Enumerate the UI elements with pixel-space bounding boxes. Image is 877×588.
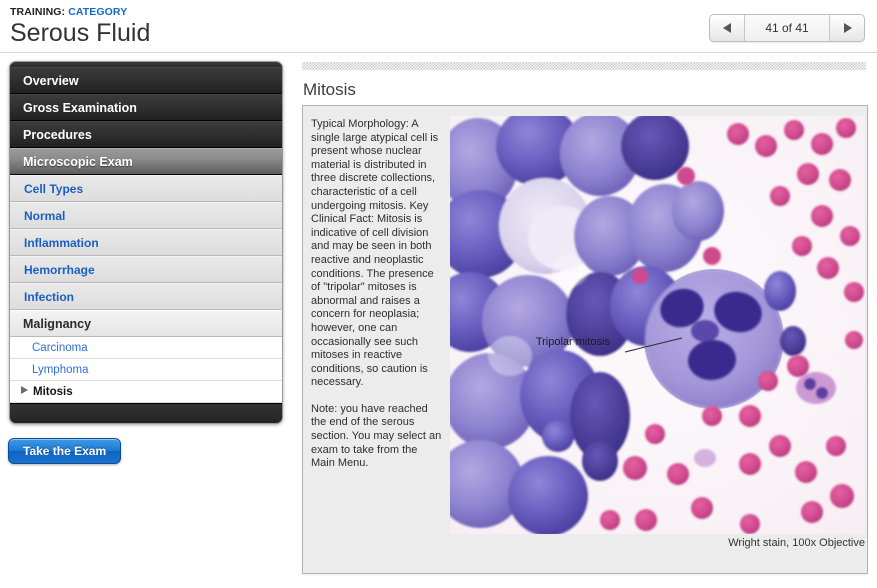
sidebar-item-inflammation[interactable]: Inflammation — [10, 229, 282, 256]
sidebar-item-label: Procedures — [23, 127, 92, 142]
sidebar-group-label: Malignancy — [23, 316, 92, 331]
image-caption: Wright stain, 100x Objective — [728, 537, 865, 549]
page-header: TRAINING: CATEGORY Serous Fluid — [10, 6, 150, 47]
sidebar-item-gross-examination[interactable]: Gross Examination — [10, 94, 282, 121]
sidebar-subitem-label: Hemorrhage — [24, 262, 95, 277]
lesson-paragraph: Typical Morphology: A single large atypi… — [311, 118, 439, 389]
triangle-right-icon — [843, 23, 852, 33]
sidebar-subitem-label: Infection — [24, 289, 74, 304]
microscopy-image: Tripolar mitosis — [450, 116, 865, 534]
next-page-button[interactable] — [829, 15, 864, 41]
sidebar-item-infection[interactable]: Infection — [10, 283, 282, 310]
sidebar-item-overview[interactable]: Overview — [10, 67, 282, 94]
section-title: Mitosis — [303, 80, 356, 99]
sidebar-group-malignancy[interactable]: Malignancy — [10, 310, 282, 337]
page-title: Serous Fluid — [10, 19, 151, 47]
breadcrumb-training-label: TRAINING: — [10, 6, 66, 18]
lesson-text: Typical Morphology: A single large atypi… — [311, 118, 443, 471]
hatched-divider — [302, 62, 866, 70]
sidebar-leaf-label: Lymphoma — [32, 363, 89, 376]
sidebar-item-carcinoma[interactable]: Carcinoma — [10, 337, 282, 359]
training-page: TRAINING: CATEGORY Serous Fluid 41 of 41… — [0, 0, 877, 588]
sidebar-leaf-label: Mitosis — [33, 385, 73, 398]
sidebar-item-label: Gross Examination — [23, 100, 137, 115]
sidebar-item-cell-types[interactable]: Cell Types — [10, 175, 282, 202]
sidebar-leaf-label: Carcinoma — [32, 341, 88, 354]
current-page-marker-icon — [20, 385, 29, 398]
sidebar-subitem-label: Inflammation — [24, 235, 99, 250]
image-annotation-text: Tripolar mitosis — [536, 336, 611, 348]
take-the-exam-button[interactable]: Take the Exam — [8, 438, 122, 464]
triangle-left-icon — [722, 23, 732, 33]
lesson-note: Note: you have reached the end of the se… — [311, 402, 442, 470]
sidebar-item-microscopic-exam[interactable]: Microscopic Exam — [10, 148, 282, 175]
breadcrumb: TRAINING: CATEGORY — [10, 6, 150, 18]
page-indicator: 41 of 41 — [745, 15, 829, 41]
microscopy-image-graphic: Tripolar mitosis — [450, 116, 865, 534]
sidebar-item-lymphoma[interactable]: Lymphoma — [10, 359, 282, 381]
sidebar-item-label: Microscopic Exam — [23, 154, 133, 169]
sidebar-subitem-label: Normal — [24, 208, 66, 223]
prev-page-button[interactable] — [710, 15, 745, 41]
header-divider — [0, 52, 877, 53]
breadcrumb-category-link[interactable]: CATEGORY — [68, 6, 127, 18]
sidebar-item-hemorrhage[interactable]: Hemorrhage — [10, 256, 282, 283]
sidebar-subitem-label: Cell Types — [24, 181, 84, 196]
sidebar-item-normal[interactable]: Normal — [10, 202, 282, 229]
sidebar-item-procedures[interactable]: Procedures — [10, 121, 282, 148]
nav-bottom-cap — [10, 403, 282, 423]
pagination: 41 of 41 — [709, 14, 865, 42]
sidebar-item-mitosis[interactable]: Mitosis — [10, 381, 282, 403]
section-navigation: Overview Gross Examination Procedures Mi… — [9, 61, 283, 424]
sidebar-item-label: Overview — [23, 73, 79, 88]
